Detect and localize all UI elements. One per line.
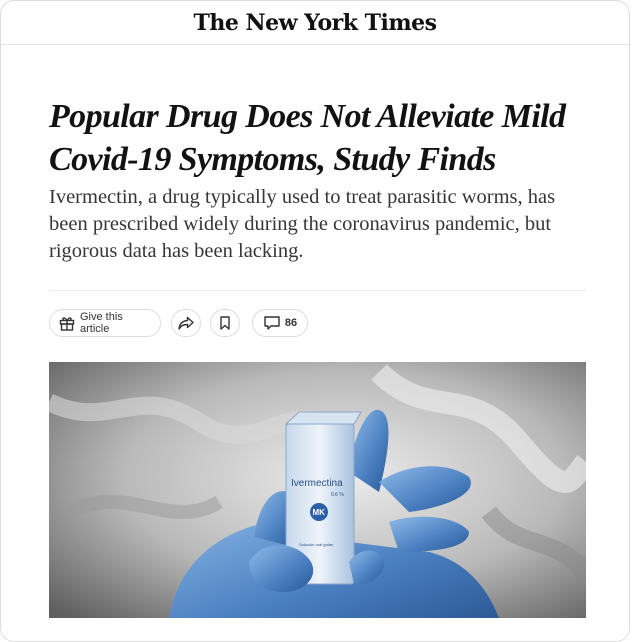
nyt-logo[interactable]: The New York Times xyxy=(193,10,437,36)
gift-article-label: Give this article xyxy=(80,311,123,335)
gift-icon xyxy=(58,314,76,332)
comments-button[interactable]: 86 xyxy=(252,309,308,337)
save-button[interactable] xyxy=(210,309,240,337)
comment-bubble-icon xyxy=(263,314,281,332)
product-name-text: Ivermectina xyxy=(291,478,343,489)
article-photo[interactable]: Ivermectina 0.6 % MK Solución oral gotas… xyxy=(49,362,586,618)
share-arrow-icon xyxy=(177,314,195,332)
article-headline[interactable]: Popular Drug Does Not Alleviate Mild Cov… xyxy=(49,95,609,181)
divider xyxy=(49,290,586,291)
masthead: The New York Times xyxy=(1,1,629,45)
product-form-text: Solución oral gotas xyxy=(299,542,333,547)
comment-count: 86 xyxy=(284,317,298,329)
brand-mark-text: MK xyxy=(313,508,326,517)
article-card: The New York Times Popular Drug Does Not… xyxy=(0,0,630,642)
share-button[interactable] xyxy=(171,309,201,337)
product-strength-text: 0.6 % xyxy=(331,492,344,498)
article-summary: Ivermectin, a drug typically used to tre… xyxy=(49,186,556,262)
bookmark-icon xyxy=(217,315,233,331)
gift-article-button[interactable]: Give this article xyxy=(49,309,161,337)
